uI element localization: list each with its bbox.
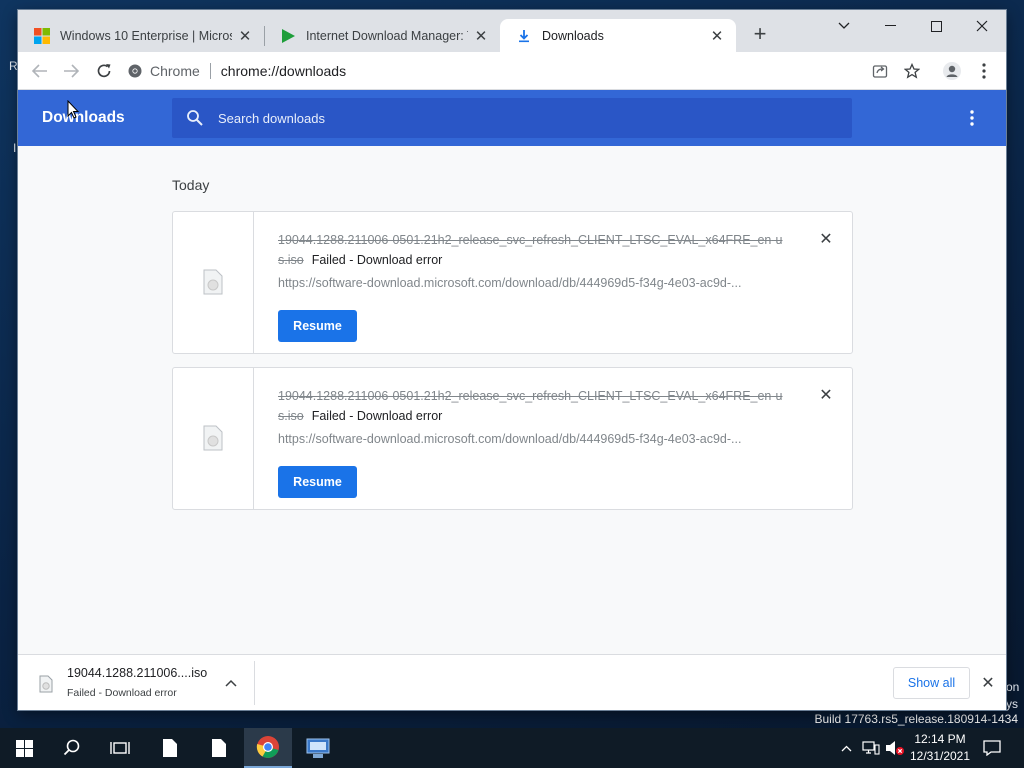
downloads-list: Today 19044.1288.211006-0501.21h2_releas…	[18, 146, 1006, 654]
url-text[interactable]: chrome://downloads	[221, 63, 346, 79]
microsoft-logo-icon	[34, 27, 50, 44]
tab-close-icon[interactable]: ✕	[472, 27, 490, 45]
share-icon[interactable]	[867, 58, 893, 84]
download-status: Failed - Download error	[311, 252, 443, 267]
clock-time: 12:14 PM	[914, 732, 966, 746]
browser-toolbar: Chrome chrome://downloads	[18, 52, 1006, 90]
download-filename[interactable]: 19044.1288.211006-0501.21h2_release_svc_…	[278, 387, 783, 426]
network-icon[interactable]	[860, 728, 882, 768]
build-watermark: Build 17763.rs5_release.180914-1434	[814, 712, 1019, 726]
back-arrow-icon[interactable]	[27, 58, 53, 84]
reload-icon[interactable]	[91, 58, 117, 84]
remove-download-close-icon[interactable]: ✕	[816, 385, 836, 405]
shelf-filename[interactable]: 19044.1288.211006....iso	[67, 666, 207, 680]
tab-title: Internet Download Manager: The	[306, 28, 468, 43]
desktop-fragment: I	[13, 141, 17, 155]
taskbar: 12:14 PM 12/31/2021	[0, 728, 1024, 768]
more-actions-icon[interactable]	[960, 106, 984, 130]
remove-download-close-icon[interactable]: ✕	[816, 229, 836, 249]
minimize-icon[interactable]	[867, 10, 913, 42]
file-icon	[203, 269, 223, 295]
file-icon[interactable]	[195, 728, 243, 768]
profile-avatar-icon[interactable]	[939, 58, 965, 84]
chrome-taskbar-icon[interactable]	[244, 728, 292, 768]
forward-arrow-icon[interactable]	[58, 58, 84, 84]
omnibox[interactable]: Chrome chrome://downloads	[128, 56, 928, 86]
tab-title: Windows 10 Enterprise | Microsoft	[60, 28, 232, 43]
tab-close-icon[interactable]: ✕	[708, 27, 726, 45]
filename-text: 19044.1288.211006-0501.21h2_release_svc_…	[278, 233, 772, 247]
chrome-menu-icon[interactable]	[971, 58, 997, 84]
file-icon[interactable]	[146, 728, 194, 768]
chrome-window: Windows 10 Enterprise | Microsoft ✕ Inte…	[18, 10, 1006, 710]
tab-search-chevron-icon[interactable]	[821, 10, 867, 42]
resume-button[interactable]: Resume	[278, 466, 357, 498]
download-card: 19044.1288.211006-0501.21h2_release_svc_…	[172, 211, 853, 354]
shelf-status: Failed - Download error	[67, 687, 177, 699]
search-input[interactable]	[218, 110, 818, 126]
system-clock[interactable]: 12:14 PM 12/31/2021	[904, 731, 976, 765]
shelf-divider	[254, 661, 255, 705]
close-shelf-icon[interactable]: ✕	[978, 673, 998, 693]
new-tab-plus-icon[interactable]: +	[748, 21, 772, 46]
search-box[interactable]	[172, 98, 852, 138]
chrome-logo-icon	[128, 64, 142, 78]
tab-title: Downloads	[542, 28, 604, 43]
downloads-header: Downloads	[18, 90, 1006, 146]
card-icon-column	[173, 368, 254, 509]
page-title: Downloads	[42, 109, 125, 126]
chevron-up-icon[interactable]	[837, 728, 855, 768]
volume-muted-icon[interactable]	[884, 728, 906, 768]
windows-start-icon[interactable]	[0, 728, 48, 768]
download-card: 19044.1288.211006-0501.21h2_release_svc_…	[172, 367, 853, 510]
notification-icon[interactable]	[980, 728, 1004, 768]
filename-text: 19044.1288.211006-0501.21h2_release_svc_…	[278, 389, 772, 403]
download-shelf: 19044.1288.211006....iso Failed - Downlo…	[18, 654, 1006, 710]
download-url[interactable]: https://software-download.microsoft.com/…	[278, 276, 778, 290]
bookmark-star-icon[interactable]	[899, 58, 925, 84]
shelf-file-icon	[39, 675, 53, 693]
tab-internet-download-manager[interactable]: Internet Download Manager: The ✕	[264, 19, 500, 52]
clock-date: 12/31/2021	[909, 749, 971, 763]
task-view-icon[interactable]	[96, 728, 144, 768]
idm-play-icon	[282, 28, 295, 43]
omnibox-separator	[209, 63, 211, 79]
desktop-fragment: R	[9, 59, 18, 73]
date-section-label: Today	[172, 177, 210, 193]
show-all-button[interactable]: Show all	[893, 667, 970, 699]
desktop-fragment: ys	[1006, 697, 1018, 711]
tab-windows-enterprise[interactable]: Windows 10 Enterprise | Microsoft ✕	[18, 19, 264, 52]
desktop-fragment: on	[1006, 680, 1020, 694]
mouse-cursor-icon	[67, 100, 79, 119]
tab-downloads[interactable]: Downloads ✕	[500, 19, 736, 52]
tab-strip: Windows 10 Enterprise | Microsoft ✕ Inte…	[18, 10, 1006, 52]
download-filename[interactable]: 19044.1288.211006-0501.21h2_release_svc_…	[278, 231, 783, 270]
resume-button[interactable]: Resume	[278, 310, 357, 342]
search-icon	[187, 110, 203, 126]
card-icon-column	[173, 212, 254, 353]
maximize-icon[interactable]	[913, 10, 959, 42]
download-url[interactable]: https://software-download.microsoft.com/…	[278, 432, 778, 446]
download-status: Failed - Download error	[311, 408, 443, 423]
file-icon	[203, 425, 223, 451]
chevron-up-icon[interactable]	[221, 673, 241, 693]
close-window-icon[interactable]	[959, 10, 1005, 42]
tab-close-icon[interactable]: ✕	[236, 27, 254, 45]
search-icon[interactable]	[48, 728, 96, 768]
download-arrow-icon	[519, 29, 529, 42]
omnibox-chip-label: Chrome	[150, 63, 200, 79]
network-app-icon[interactable]	[294, 728, 342, 768]
